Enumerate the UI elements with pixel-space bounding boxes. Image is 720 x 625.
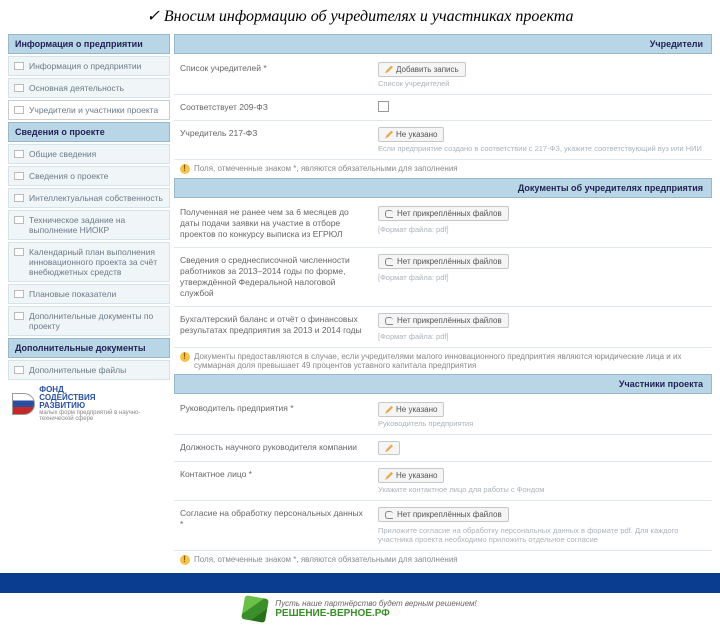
sidebar-item-ip[interactable]: Интеллектуальная собственность [8,188,170,208]
label-headcount: Сведения о среднесписочной численности р… [174,252,374,302]
edit-217fz-button[interactable]: Не указано [378,127,444,142]
page-icon [14,248,24,256]
hint-egrul: [Формат файла: pdf] [378,225,708,234]
sidebar-item-extra-files[interactable]: Дополнительные файлы [8,360,170,380]
sidebar: Информация о предприятии Информация о пр… [8,34,170,569]
edit-director-button[interactable]: Не указано [378,402,444,417]
page-title: ✓Вносим информацию об учредителях и учас… [0,0,720,34]
warning-icon [180,164,190,174]
edit-scidir-button[interactable] [378,441,400,455]
sidebar-item-project-info[interactable]: Сведения о проекте [8,166,170,186]
paperclip-icon [385,511,393,519]
page-icon [14,172,24,180]
edit-contact-button[interactable]: Не указано [378,468,444,483]
page-icon [14,84,24,92]
note-required-2: Поля, отмеченные знаком *, являются обяз… [174,551,712,569]
page-icon [14,216,24,224]
pencil-icon [385,472,393,480]
page-icon [14,312,24,320]
hint-balance: [Формат файла: pdf] [378,332,708,341]
page-icon [14,194,24,202]
sidebar-item-indicators[interactable]: Плановые показатели [8,284,170,304]
attach-headcount-button[interactable]: Нет прикреплённых файлов [378,254,509,269]
sidebar-item-company-info[interactable]: Информация о предприятии [8,56,170,76]
warning-icon [180,352,190,362]
sidebar-header-company: Информация о предприятии [8,34,170,54]
label-egrul: Полученная не ранее чем за 6 месяцев до … [174,204,374,243]
label-209fz: Соответствует 209-ФЗ [174,99,374,116]
main-content: Учредители Список учредителей * Добавить… [174,34,712,569]
paperclip-icon [385,210,393,218]
panel-header-founder-docs: Документы об учредителях предприятия [174,178,712,198]
cube-icon [241,595,269,623]
footer-bar [0,573,720,593]
attach-balance-button[interactable]: Нет прикреплённых файлов [378,313,509,328]
page-icon [14,106,24,114]
footer-logo: Пусть наше партнёрство будет верным реше… [0,593,720,625]
hint-founders-list: Список учредителей [378,79,708,88]
add-record-button[interactable]: Добавить запись [378,62,466,77]
paperclip-icon [385,317,393,325]
label-217fz: Учредитель 217-ФЗ [174,125,374,155]
sidebar-item-founders[interactable]: Учредители и участники проекта [8,100,170,120]
sidebar-item-calendar-plan[interactable]: Календарный план выполнения инновационно… [8,242,170,282]
paperclip-icon [385,258,393,266]
page-icon [14,150,24,158]
label-contact: Контактное лицо * [174,466,374,496]
pencil-icon [385,66,393,74]
warning-icon [180,555,190,565]
checkbox-209fz[interactable] [378,101,389,112]
label-balance: Бухгалтерский баланс и отчёт о финансовы… [174,311,374,343]
label-director: Руководитель предприятия * [174,400,374,430]
panel-header-participants: Участники проекта [174,374,712,394]
sidebar-header-additional: Дополнительные документы [8,338,170,358]
sidebar-item-general[interactable]: Общие сведения [8,144,170,164]
panel-header-founders: Учредители [174,34,712,54]
pencil-icon [385,406,393,414]
hint-contact: Укажите контактное лицо для работы с Фон… [378,485,708,494]
page-icon [14,366,24,374]
sidebar-header-project: Сведения о проекте [8,122,170,142]
page-icon [14,62,24,70]
hint-director: Руководитель предприятия [378,419,708,428]
sidebar-item-extra-docs[interactable]: Дополнительные документы по проекту [8,306,170,336]
hint-consent: Приложите согласие на обработку персонал… [378,526,708,544]
label-founders-list: Список учредителей * [174,60,374,90]
check-icon: ✓ [147,6,160,26]
hint-headcount: [Формат файла: pdf] [378,273,708,282]
fund-logo: ФОНД СОДЕЙСТВИЯ РАЗВИТИЮ малых форм пред… [8,382,170,426]
label-scidir-position: Должность научного руководителя компании [174,439,374,457]
pencil-icon [385,131,393,139]
hint-217fz: Если предприятие создано в соответствии … [378,144,708,153]
pencil-icon [385,444,393,452]
label-consent: Согласие на обработку персональных данны… [174,505,374,546]
note-required-1: Поля, отмеченные знаком *, являются обяз… [174,160,712,178]
sidebar-item-techspec[interactable]: Техническое задание на выполнение НИОКР [8,210,170,240]
attach-consent-button[interactable]: Нет прикреплённых файлов [378,507,509,522]
note-docs: Документы предоставляются в случае, если… [174,348,712,374]
sidebar-item-activity[interactable]: Основная деятельность [8,78,170,98]
attach-egrul-button[interactable]: Нет прикреплённых файлов [378,206,509,221]
flag-icon [12,393,35,415]
page-icon [14,290,24,298]
